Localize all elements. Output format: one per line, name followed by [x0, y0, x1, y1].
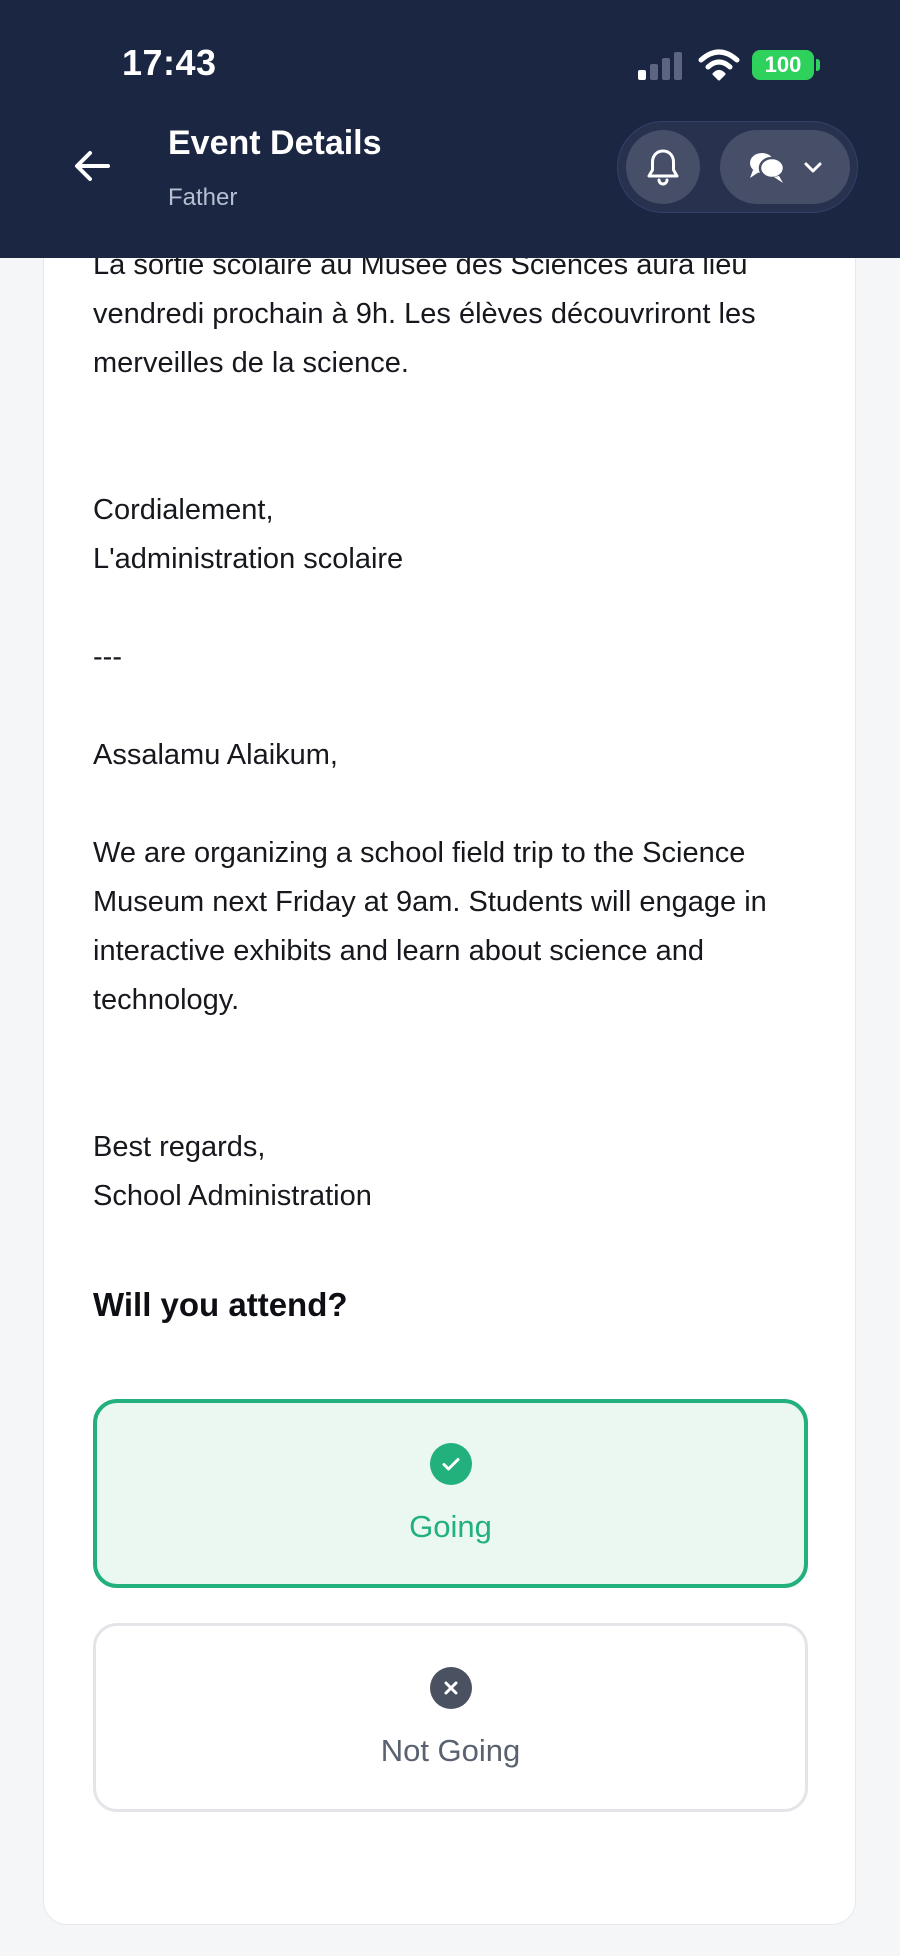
- arrow-left-icon: [75, 151, 110, 181]
- back-button[interactable]: [66, 140, 118, 192]
- message-english-signoff: Best regards, School Administration: [93, 1131, 372, 1212]
- attend-question: Will you attend?: [93, 1286, 348, 1323]
- battery-indicator: 100: [752, 50, 814, 80]
- notifications-button[interactable]: [626, 130, 700, 204]
- app-header: 17:43 100 Event Details Father: [0, 0, 900, 258]
- message-english-greeting: Assalamu Alaikum,: [93, 739, 338, 771]
- page-title: Event Details: [168, 124, 382, 162]
- x-circle-icon: [429, 1666, 472, 1709]
- message-divider: ---: [93, 641, 122, 673]
- not-going-label: Not Going: [380, 1732, 521, 1768]
- event-message: La sortie scolaire au Musée des Sciences…: [93, 241, 813, 1221]
- wifi-icon: [698, 48, 740, 87]
- going-label: Going: [409, 1508, 492, 1544]
- chat-bubbles-icon: [750, 153, 786, 183]
- chat-menu-button[interactable]: [720, 130, 850, 204]
- not-going-button[interactable]: Not Going: [93, 1623, 808, 1812]
- status-time: 17:43: [122, 42, 217, 83]
- chevron-down-icon: [804, 162, 822, 173]
- cellular-signal-icon: [638, 52, 684, 80]
- event-content-card: La sortie scolaire au Musée des Sciences…: [43, 200, 856, 1925]
- message-french-signoff: Cordialement, L'administration scolaire: [93, 494, 404, 575]
- battery-cap: [816, 59, 820, 71]
- check-circle-icon: [429, 1442, 472, 1485]
- page-subtitle: Father: [168, 184, 238, 211]
- bell-icon: [647, 149, 679, 186]
- message-english-body: We are organizing a school field trip to…: [93, 837, 767, 1016]
- message-french-body: La sortie scolaire au Musée des Sciences…: [93, 249, 756, 379]
- going-button[interactable]: Going: [93, 1399, 808, 1588]
- header-actions: [617, 121, 858, 213]
